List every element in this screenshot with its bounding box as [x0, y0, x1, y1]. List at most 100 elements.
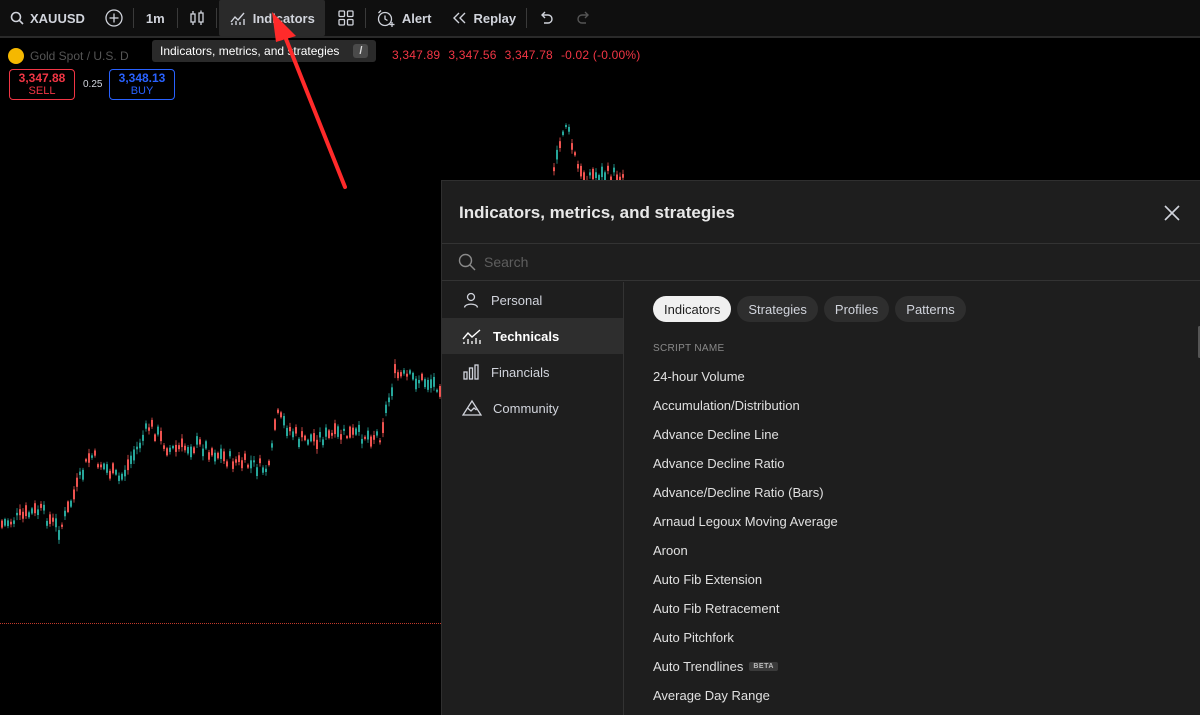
candle-body	[349, 426, 351, 438]
sidebar-item-label: Financials	[491, 364, 550, 380]
sidebar-item-community[interactable]: Community	[442, 390, 623, 426]
candle-body	[193, 447, 195, 454]
script-name: Advance Decline Line	[653, 427, 779, 442]
candle-body	[286, 427, 288, 436]
column-header: SCRIPT NAME	[653, 343, 725, 354]
candle-body	[298, 438, 300, 447]
candle-body	[370, 436, 372, 447]
mountain-icon	[462, 399, 482, 416]
top-toolbar: XAUUSD 1m Indicators Alert Replay	[0, 0, 1200, 38]
candle-body	[25, 505, 27, 517]
candle-body	[385, 404, 387, 414]
alert-button[interactable]: Alert	[366, 0, 442, 37]
sidebar-item-label: Community	[493, 400, 559, 416]
list-item[interactable]: Advance Decline Line	[653, 420, 1173, 449]
candle-body	[199, 439, 201, 445]
candle-body	[316, 439, 318, 449]
candle-body	[139, 442, 141, 449]
sell-label: SELL	[28, 85, 56, 97]
list-item[interactable]: Advance Decline Ratio	[653, 449, 1173, 478]
sidebar-item-technicals[interactable]: Technicals	[442, 318, 623, 354]
candle-body	[31, 508, 33, 514]
candle-body	[88, 453, 90, 463]
candle-body	[28, 512, 30, 518]
candle-body	[247, 464, 249, 468]
candle-body	[268, 460, 270, 466]
candle-body	[202, 448, 204, 457]
interval-button[interactable]: 1m	[134, 0, 177, 37]
candle-body	[232, 461, 234, 469]
candle-body	[112, 463, 114, 474]
toolbar-divider	[215, 8, 217, 28]
tab-indicators[interactable]: Indicators	[653, 296, 732, 322]
candle-body	[118, 475, 120, 482]
search-input[interactable]	[484, 254, 1084, 270]
candle-body	[130, 455, 132, 464]
candle-body	[382, 422, 384, 434]
replay-button[interactable]: Replay	[441, 0, 526, 37]
candle-body	[364, 436, 366, 439]
tab-profiles[interactable]: Profiles	[823, 296, 890, 322]
candle-body	[613, 167, 615, 173]
sell-button[interactable]: 3,347.88 SELL	[9, 69, 75, 100]
indicators-button[interactable]: Indicators	[218, 0, 325, 36]
candle-body	[82, 469, 84, 480]
list-item[interactable]: 24-hour Volume	[653, 362, 1173, 391]
templates-button[interactable]	[327, 0, 365, 37]
spread-value: 0.25	[83, 79, 103, 90]
sidebar-item-financials[interactable]: Financials	[442, 354, 623, 390]
list-item[interactable]: Advance/Decline Ratio (Bars)	[653, 478, 1173, 507]
ohlc-low: 3,347.56	[448, 48, 497, 62]
candle-body	[601, 166, 603, 178]
candle-body	[394, 364, 396, 374]
script-name: Advance/Decline Ratio (Bars)	[653, 485, 824, 500]
buy-button[interactable]: 3,348.13 BUY	[109, 69, 175, 100]
candle-body	[571, 143, 573, 150]
compare-symbol-button[interactable]	[95, 0, 133, 37]
candle-body	[292, 431, 294, 438]
candle-body	[181, 438, 183, 448]
list-item[interactable]: Arnaud Legoux Moving Average	[653, 507, 1173, 536]
candle-body	[559, 141, 561, 149]
candle-body	[223, 451, 225, 462]
indicators-label: Indicators	[252, 10, 315, 26]
tab-patterns[interactable]: Patterns	[895, 296, 966, 322]
candle-body	[205, 441, 207, 449]
candle-body	[403, 370, 405, 374]
candle-body	[229, 451, 231, 457]
script-name: Arnaud Legoux Moving Average	[653, 514, 838, 529]
sidebar-item-personal[interactable]: Personal	[442, 282, 623, 318]
list-item[interactable]: Auto Pitchfork	[653, 623, 1173, 652]
list-item[interactable]: Auto Fib Extension	[653, 565, 1173, 594]
list-item[interactable]: Average Day Range	[653, 681, 1173, 710]
candle-body	[289, 426, 291, 432]
candle-body	[151, 419, 153, 427]
list-item[interactable]: Accumulation/Distribution	[653, 391, 1173, 420]
script-name: Auto Fib Retracement	[653, 601, 780, 616]
candle-body	[214, 452, 216, 462]
candle-body	[277, 409, 279, 413]
candle-body	[52, 517, 54, 522]
candle-body	[217, 452, 219, 459]
candle-body	[67, 501, 69, 513]
dialog-title: Indicators, metrics, and strategies	[459, 203, 735, 222]
candle-body	[409, 370, 411, 374]
list-item[interactable]: Auto Fib Retracement	[653, 594, 1173, 623]
close-button[interactable]	[1162, 203, 1182, 223]
candle-body	[379, 440, 381, 443]
grid-icon	[338, 10, 354, 26]
candle-body	[325, 427, 327, 437]
list-item[interactable]: Aroon	[653, 536, 1173, 565]
redo-button[interactable]	[565, 0, 603, 37]
candle-body	[94, 450, 96, 456]
chart-type-button[interactable]	[178, 0, 216, 37]
list-item[interactable]: Auto Trendlines BETA	[653, 652, 1173, 681]
candle-body	[37, 509, 39, 515]
symbol-search[interactable]: XAUUSD	[0, 0, 95, 37]
person-icon	[463, 292, 479, 308]
candle-body	[346, 436, 348, 439]
undo-button[interactable]	[527, 0, 565, 37]
candle-body	[253, 460, 255, 463]
candle-body	[238, 455, 240, 462]
tab-strategies[interactable]: Strategies	[737, 296, 818, 322]
